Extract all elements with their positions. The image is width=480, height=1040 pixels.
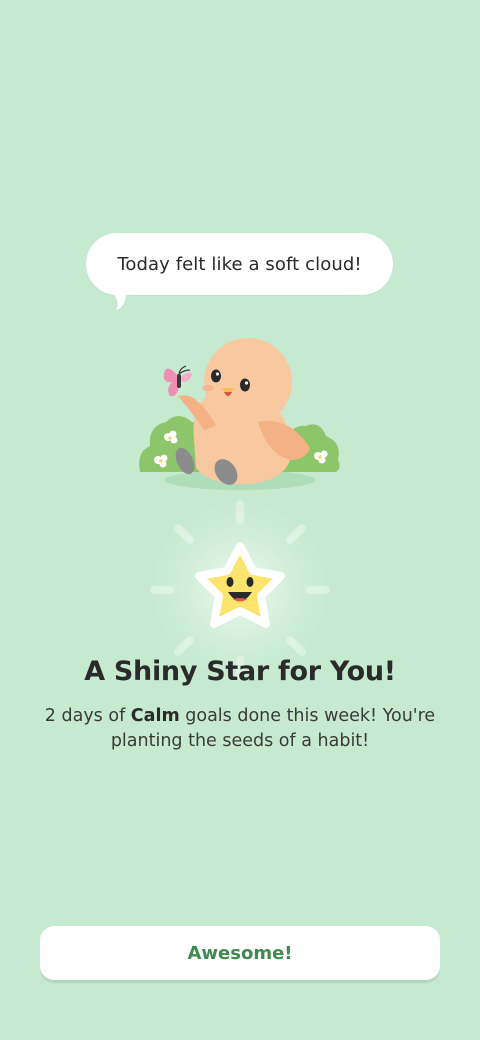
bird-mascot-illustration (139, 338, 340, 490)
speech-bubble-text: Today felt like a soft cloud! (117, 253, 362, 275)
reward-title: A Shiny Star for You! (84, 656, 396, 687)
reward-message-prefix: 2 days of (44, 706, 131, 726)
speech-bubble-tail (106, 286, 128, 310)
smiling-star-icon (150, 500, 330, 680)
speech-bubble: Today felt like a soft cloud! (86, 233, 393, 295)
reward-message: 2 days of Calm goals done this week! You… (30, 704, 450, 754)
awesome-button[interactable]: Awesome! (40, 926, 440, 980)
butterfly-icon (163, 365, 192, 397)
goal-name: Calm (130, 706, 180, 726)
